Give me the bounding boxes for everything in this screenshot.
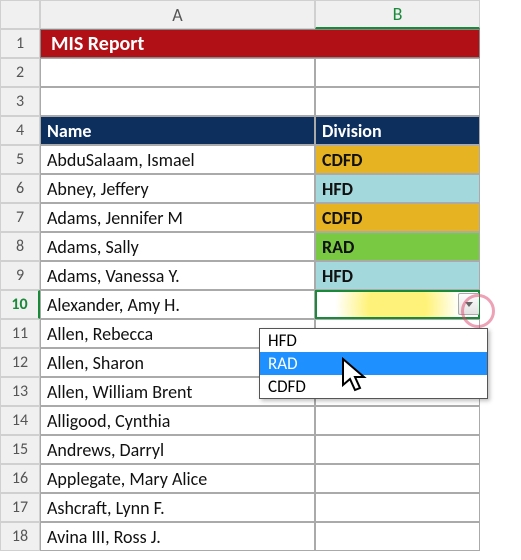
column-header-B[interactable]: B xyxy=(315,0,480,29)
row-header-11[interactable]: 11 xyxy=(0,319,40,348)
cell-division[interactable]: CDFD xyxy=(315,203,480,232)
row-header-3[interactable]: 3 xyxy=(0,87,40,116)
row-header-8[interactable]: 8 xyxy=(0,232,40,261)
dropdown-option[interactable]: RAD xyxy=(260,352,487,375)
cell-division[interactable]: HFD xyxy=(315,261,480,290)
cell-name[interactable]: Alligood, Cynthia xyxy=(40,406,315,435)
row-header-4[interactable]: 4 xyxy=(0,116,40,145)
dropdown-option[interactable]: CDFD xyxy=(260,375,487,398)
cell-division[interactable]: CDFD xyxy=(315,145,480,174)
cell-A2[interactable] xyxy=(40,58,315,87)
cell-name[interactable]: Ashcraft, Lynn F. xyxy=(40,493,315,522)
cell-B2[interactable] xyxy=(315,58,480,87)
cell-A3[interactable] xyxy=(40,87,315,116)
cell-division[interactable]: RAD xyxy=(315,232,480,261)
cell-name[interactable]: Abney, Jeffery xyxy=(40,174,315,203)
row-header-1[interactable]: 1 xyxy=(0,29,40,58)
row-header-12[interactable]: 12 xyxy=(0,348,40,377)
row-header-15[interactable]: 15 xyxy=(0,435,40,464)
cell-name[interactable]: Adams, Vanessa Y. xyxy=(40,261,315,290)
data-validation-dropdown[interactable]: HFDRADCDFD xyxy=(259,328,488,399)
cell-name[interactable]: Applegate, Mary Alice xyxy=(40,464,315,493)
row-header-14[interactable]: 14 xyxy=(0,406,40,435)
row-header-5[interactable]: 5 xyxy=(0,145,40,174)
cell-division[interactable]: HFD xyxy=(315,174,480,203)
row-header-17[interactable]: 17 xyxy=(0,493,40,522)
cell-division[interactable] xyxy=(315,406,480,435)
column-header-A[interactable]: A xyxy=(40,0,315,29)
cell-division[interactable] xyxy=(315,435,480,464)
select-all-corner[interactable] xyxy=(0,0,40,29)
dropdown-button[interactable] xyxy=(458,293,480,315)
cell-name[interactable]: Avina III, Ross J. xyxy=(40,522,315,551)
row-header-18[interactable]: 18 xyxy=(0,522,40,551)
cell-name[interactable]: Alexander, Amy H. xyxy=(40,290,315,319)
header-division[interactable]: Division xyxy=(315,116,480,145)
cell-division[interactable] xyxy=(315,464,480,493)
cell-division[interactable] xyxy=(315,522,480,551)
active-cell[interactable] xyxy=(315,290,480,319)
row-header-7[interactable]: 7 xyxy=(0,203,40,232)
cell-name[interactable]: AbduSalaam, Ismael xyxy=(40,145,315,174)
report-title: MIS Report xyxy=(40,29,480,58)
cell-division[interactable] xyxy=(315,493,480,522)
dropdown-option[interactable]: HFD xyxy=(260,329,487,352)
cell-B3[interactable] xyxy=(315,87,480,116)
spreadsheet-grid[interactable]: A B 1 MIS Report 2 3 4 Name Division 5Ab… xyxy=(0,0,521,551)
row-header-6[interactable]: 6 xyxy=(0,174,40,203)
row-header-2[interactable]: 2 xyxy=(0,58,40,87)
row-header-10[interactable]: 10 xyxy=(0,290,40,319)
header-name[interactable]: Name xyxy=(40,116,315,145)
row-header-9[interactable]: 9 xyxy=(0,261,40,290)
cell-name[interactable]: Adams, Jennifer M xyxy=(40,203,315,232)
row-header-16[interactable]: 16 xyxy=(0,464,40,493)
cell-name[interactable]: Andrews, Darryl xyxy=(40,435,315,464)
cell-name[interactable]: Adams, Sally xyxy=(40,232,315,261)
row-header-13[interactable]: 13 xyxy=(0,377,40,406)
